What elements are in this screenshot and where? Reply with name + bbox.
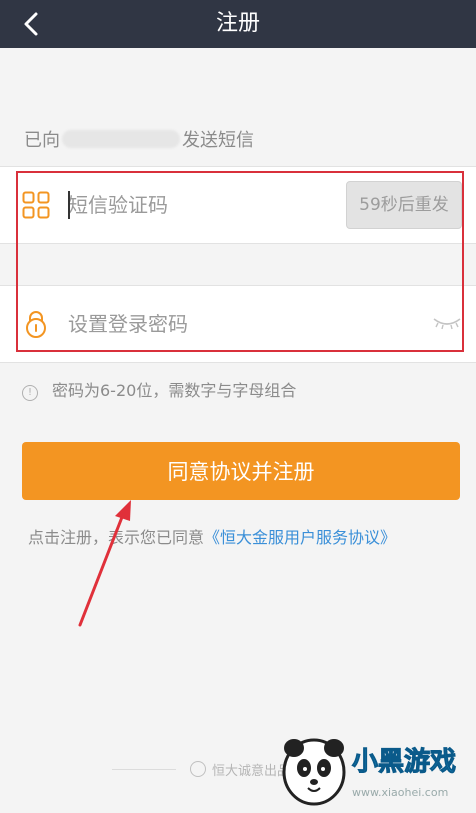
password-hint: ! 密码为6-20位，需数字与字母组合	[22, 377, 296, 401]
footer-divider-left	[112, 769, 176, 770]
info-icon: !	[22, 385, 38, 401]
resend-code-button[interactable]: 59秒后重发	[346, 181, 462, 229]
sms-sent-prefix: 已向	[24, 130, 60, 151]
password-hint-text: 密码为6-20位，需数字与字母组合	[52, 381, 297, 400]
terms-notice: 点击注册，表示您已同意《恒大金服用户服务协议》	[28, 524, 396, 548]
password-input[interactable]	[68, 308, 328, 340]
watermark-url: www.xiaohei.com	[352, 786, 448, 799]
watermark-brand: 小黑游戏	[352, 747, 456, 777]
annotation-arrow	[78, 500, 131, 627]
eye-closed-icon[interactable]	[432, 316, 462, 330]
watermark-logo: 小黑游戏 www.xiaohei.com	[282, 738, 457, 806]
password-row	[0, 285, 476, 363]
text-cursor	[68, 191, 70, 219]
page-title: 注册	[215, 11, 260, 36]
sms-code-input[interactable]	[68, 189, 328, 221]
terms-prefix: 点击注册，表示您已同意	[28, 528, 205, 547]
sms-sent-suffix: 发送短信	[182, 130, 254, 151]
agree-and-register-button[interactable]: 同意协议并注册	[22, 442, 460, 500]
brand-logo-icon	[190, 761, 206, 777]
lock-icon	[26, 311, 46, 338]
terms-link[interactable]: 《恒大金服用户服务协议》	[204, 528, 396, 547]
masked-phone-number	[62, 130, 180, 148]
grid-icon	[22, 191, 50, 219]
sms-code-row: 59秒后重发	[0, 166, 476, 244]
sms-sent-notice: 已向 发送短信	[24, 126, 254, 152]
top-bar: 注册	[0, 0, 476, 48]
